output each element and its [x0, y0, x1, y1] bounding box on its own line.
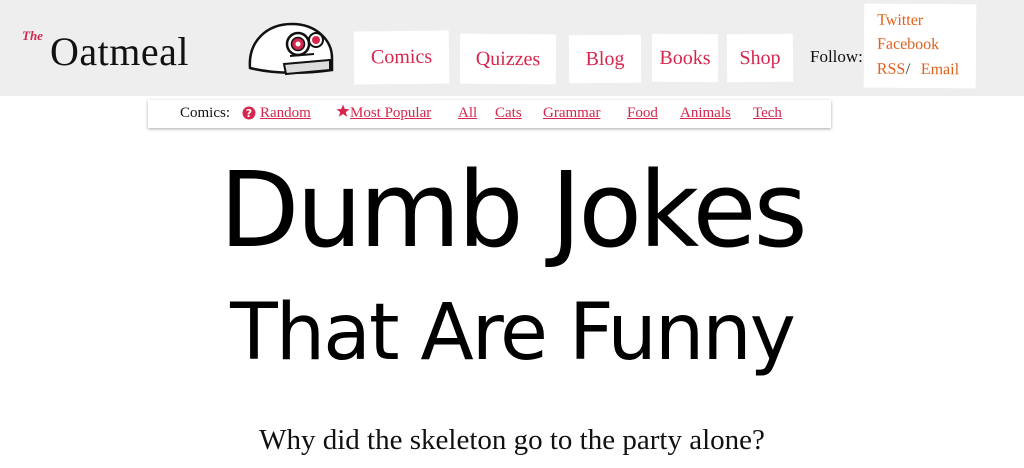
page-title-line1: Dumb Jokes — [219, 149, 807, 271]
joke-question-text: Why did the skeleton go to the party alo… — [259, 424, 765, 456]
subnav-most-popular-link[interactable]: Most Popular — [350, 105, 431, 122]
comics-subnav: Comics: ? Random Most Popular All Cats G… — [148, 100, 831, 128]
subnav-tech-link[interactable]: Tech — [753, 105, 782, 122]
nav-comics-button[interactable]: Comics — [353, 30, 450, 85]
follow-links-box: Twitter Facebook RSS / Email — [863, 3, 977, 89]
site-logo[interactable]: The Oatmeal — [22, 20, 342, 80]
logo-the-text: The — [22, 28, 43, 43]
subnav-food-link[interactable]: Food — [627, 105, 658, 122]
nav-books-button[interactable]: Books — [651, 33, 719, 83]
subnav-all-link[interactable]: All — [458, 105, 477, 122]
page-title-line2: That Are Funny — [230, 288, 796, 378]
question-icon: ? — [242, 106, 256, 120]
follow-separator: / — [905, 60, 911, 78]
logo-name-text: Oatmeal — [50, 29, 189, 74]
rss-link[interactable]: RSS — [877, 61, 906, 79]
facebook-link[interactable]: Facebook — [877, 36, 939, 54]
follow-label: Follow: — [810, 47, 863, 66]
email-link[interactable]: Email — [921, 61, 959, 79]
subnav-animals-link[interactable]: Animals — [680, 105, 731, 122]
nav-shop-button[interactable]: Shop — [726, 33, 794, 83]
subnav-cats-link[interactable]: Cats — [495, 105, 522, 122]
subnav-grammar-link[interactable]: Grammar — [543, 105, 600, 122]
subnav-random-link[interactable]: Random — [260, 105, 311, 122]
helmet-mascot-icon — [248, 22, 334, 76]
star-icon — [336, 104, 350, 117]
nav-quizzes-button[interactable]: Quizzes — [459, 33, 557, 85]
svg-text:?: ? — [246, 107, 252, 120]
nav-blog-button[interactable]: Blog — [568, 34, 642, 84]
subnav-label: Comics: — [180, 105, 231, 121]
twitter-link[interactable]: Twitter — [877, 12, 923, 30]
